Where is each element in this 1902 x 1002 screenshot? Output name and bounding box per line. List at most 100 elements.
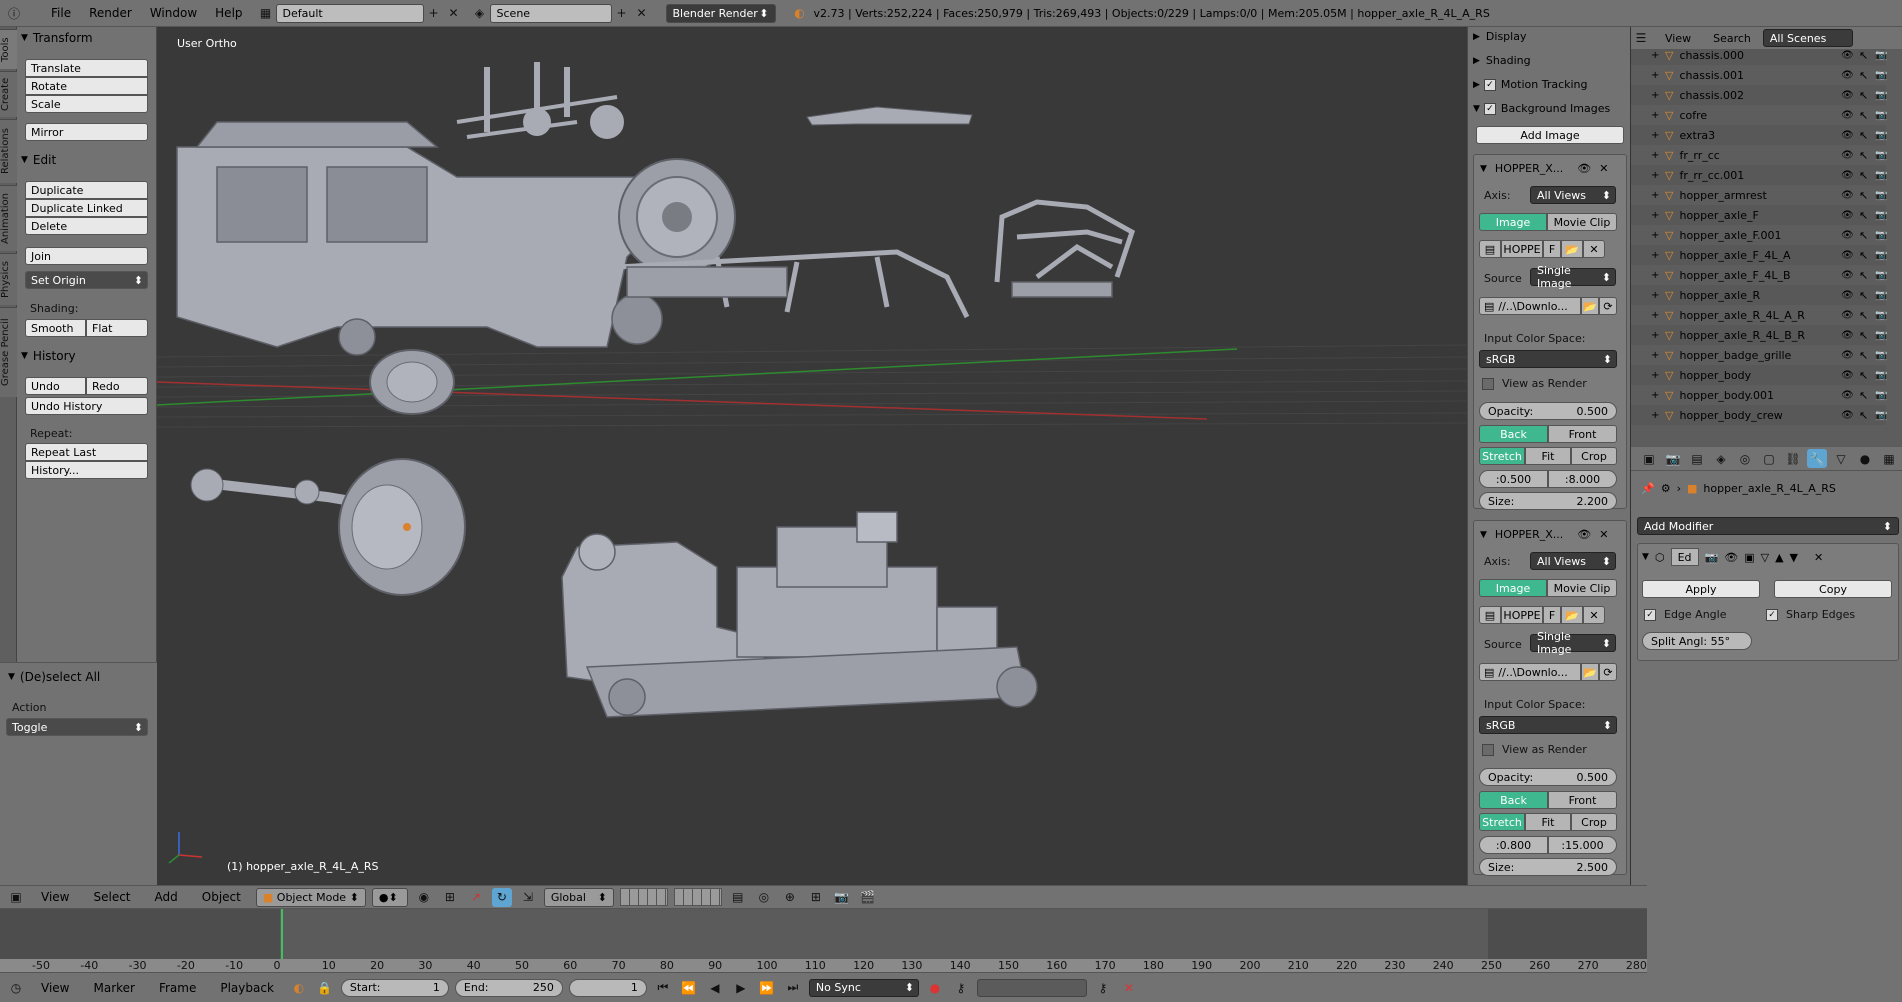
opacity-slider-2[interactable]: Opacity: 0.500 <box>1479 768 1617 786</box>
data-tab-icon[interactable]: ▽ <box>1831 449 1851 468</box>
edit-panel-header[interactable]: ▼ Edit <box>21 151 56 169</box>
editmode-toggle-icon[interactable]: ▣ <box>1744 551 1754 564</box>
renderable-camera-icon[interactable]: 📷 <box>1875 310 1887 321</box>
layer-lock-icon[interactable]: ▤ <box>728 888 748 907</box>
screen-layout-icon[interactable]: ▦ <box>256 4 276 23</box>
renderable-camera-icon[interactable]: 📷 <box>1875 390 1887 401</box>
sync-select[interactable]: No Sync ⬍ <box>808 978 919 997</box>
opacity-slider-1[interactable]: Opacity: 0.500 <box>1479 402 1617 420</box>
selectable-cursor-icon[interactable]: ↖ <box>1859 89 1868 102</box>
outliner-menu-search[interactable]: Search <box>1713 32 1751 45</box>
file-browse-icon[interactable]: 📂 <box>1581 663 1599 681</box>
expand-icon[interactable]: + <box>1651 250 1665 261</box>
outliner-row[interactable]: + ▽ hopper_body 👁 ↖ 📷 <box>1631 365 1887 385</box>
expand-icon[interactable]: + <box>1651 90 1665 101</box>
selectable-cursor-icon[interactable]: ↖ <box>1859 269 1868 282</box>
timeline-menu-marker[interactable]: Marker <box>84 981 143 995</box>
renderable-camera-icon[interactable]: 📷 <box>1875 270 1887 281</box>
preview-range-icon[interactable]: ◐ <box>289 978 309 997</box>
unlink-image-icon[interactable]: ✕ <box>1583 606 1605 624</box>
remove-scene-icon[interactable]: ✕ <box>632 4 652 23</box>
rotate-manipulator-icon[interactable]: ↻ <box>491 887 512 907</box>
cage-toggle-icon[interactable]: ▽ <box>1761 551 1769 564</box>
keying-set-field[interactable] <box>976 978 1087 997</box>
scene-tab-icon[interactable]: ◈ <box>1711 449 1731 468</box>
expand-icon[interactable]: + <box>1651 390 1665 401</box>
properties-editor-icon[interactable]: ▣ <box>1639 449 1659 468</box>
outliner-row[interactable]: + ▽ hopper_body.001 👁 ↖ 📷 <box>1631 385 1887 405</box>
renderable-camera-icon[interactable]: 📷 <box>1875 170 1887 181</box>
expand-icon[interactable]: + <box>1651 150 1665 161</box>
visibility-eye-icon[interactable]: 👁 <box>1841 410 1854 421</box>
motion-tracking-panel-header[interactable]: ▶ ✓ Motion Tracking <box>1473 75 1623 94</box>
selectable-cursor-icon[interactable]: ↖ <box>1859 309 1868 322</box>
expand-icon[interactable]: + <box>1651 110 1665 121</box>
mode-select[interactable]: ■ Object Mode ⬍ <box>255 887 366 907</box>
fit-toggle-1[interactable]: Fit <box>1525 447 1571 465</box>
selectable-cursor-icon[interactable]: ↖ <box>1859 189 1868 202</box>
reload-icon[interactable]: ⟳ <box>1599 663 1617 681</box>
reload-icon[interactable]: ⟳ <box>1599 297 1617 315</box>
operator-panel-header[interactable]: ▼ (De)select All <box>8 668 100 686</box>
expand-icon[interactable]: + <box>1651 70 1665 81</box>
movie-clip-toggle-1[interactable]: Movie Clip <box>1547 213 1617 231</box>
source-select-1[interactable]: Single Image ⬍ <box>1530 264 1616 290</box>
history-button[interactable]: History... <box>25 461 148 479</box>
selectable-cursor-icon[interactable]: ↖ <box>1859 229 1868 242</box>
stretch-toggle-2[interactable]: Stretch <box>1479 813 1525 831</box>
outliner-row[interactable]: + ▽ hopper_axle_F 👁 ↖ 📷 <box>1631 205 1887 225</box>
offset-x-field-2[interactable]: :0.800 <box>1479 836 1548 854</box>
outliner-row[interactable]: + ▽ cofre 👁 ↖ 📷 <box>1631 105 1887 125</box>
close-icon[interactable]: ✕ <box>1599 162 1608 175</box>
view-as-render-checkbox-1[interactable]: View as Render <box>1482 377 1587 390</box>
outliner-row[interactable]: + ▽ hopper_axle_R 👁 ↖ 📷 <box>1631 285 1887 305</box>
renderable-camera-icon[interactable]: 📷 <box>1875 210 1887 221</box>
back-toggle-2[interactable]: Back <box>1479 791 1548 809</box>
layers-grid-1[interactable] <box>619 888 668 906</box>
undo-button[interactable]: Undo <box>25 377 86 395</box>
selectable-cursor-icon[interactable]: ↖ <box>1859 109 1868 122</box>
visibility-eye-icon[interactable]: 👁 <box>1841 250 1854 261</box>
image-browse-icon[interactable]: ▤ <box>1479 606 1501 624</box>
record-icon[interactable]: ● <box>925 978 945 997</box>
offset-y-field-2[interactable]: :15.000 <box>1548 836 1617 854</box>
expand-icon[interactable]: + <box>1651 210 1665 221</box>
modifier-name-field[interactable]: Ed <box>1670 548 1699 566</box>
history-panel-header[interactable]: ▼ History <box>21 347 76 365</box>
menu-render[interactable]: Render <box>80 6 141 20</box>
tab-grease-pencil[interactable]: Grease Pencil <box>0 307 17 397</box>
selectable-cursor-icon[interactable]: ↖ <box>1859 389 1868 402</box>
action-select[interactable]: Toggle ⬍ <box>6 718 148 736</box>
redo-button[interactable]: Redo <box>86 377 148 395</box>
current-frame-field[interactable]: 1 <box>568 978 647 997</box>
keying-set-icon[interactable]: ⚷ <box>951 978 971 997</box>
menu-help[interactable]: Help <box>206 6 251 20</box>
sharp-edges-checkbox[interactable]: ✓ Sharp Edges <box>1766 608 1855 621</box>
size-field-2[interactable]: Size: 2.500 <box>1479 858 1617 876</box>
outliner-row[interactable]: + ▽ hopper_armrest 👁 ↖ 📷 <box>1631 185 1887 205</box>
jump-keyframe-back-icon[interactable]: ⏪ <box>679 978 699 997</box>
shading-panel-header[interactable]: ▶ Shading <box>1473 51 1623 70</box>
menu-object[interactable]: Object <box>193 890 250 904</box>
proportional-edit-icon[interactable]: ◎ <box>754 888 774 907</box>
material-tab-icon[interactable]: ● <box>1855 449 1875 468</box>
visibility-eye-icon[interactable]: 👁 <box>1841 190 1854 201</box>
scale-button[interactable]: Scale <box>25 95 148 113</box>
visibility-eye-icon[interactable]: 👁 <box>1841 270 1854 281</box>
motion-tracking-checkbox[interactable]: ✓ <box>1483 78 1496 91</box>
tab-physics[interactable]: Physics <box>0 253 17 305</box>
edge-angle-checkbox[interactable]: ✓ Edge Angle <box>1644 608 1726 621</box>
background-images-checkbox[interactable]: ✓ <box>1483 102 1496 115</box>
set-origin-select[interactable]: Set Origin ⬍ <box>25 271 148 289</box>
screen-layout-field[interactable]: Default <box>275 3 424 23</box>
object-tab-icon[interactable]: ▢ <box>1759 449 1779 468</box>
viewport-toggle-icon[interactable]: 👁 <box>1724 551 1738 564</box>
expand-icon[interactable]: + <box>1651 170 1665 181</box>
visibility-eye-icon[interactable]: 👁 <box>1841 290 1854 301</box>
outliner-row[interactable]: + ▽ hopper_axle_F.001 👁 ↖ 📷 <box>1631 225 1887 245</box>
smooth-button[interactable]: Smooth <box>25 319 86 337</box>
outliner-row[interactable]: + ▽ hopper_axle_F_4L_B 👁 ↖ 📷 <box>1631 265 1887 285</box>
mirror-button[interactable]: Mirror <box>25 123 148 141</box>
move-up-icon[interactable]: ▲ <box>1775 551 1783 564</box>
outliner-row[interactable]: + ▽ extra3 👁 ↖ 📷 <box>1631 125 1887 145</box>
